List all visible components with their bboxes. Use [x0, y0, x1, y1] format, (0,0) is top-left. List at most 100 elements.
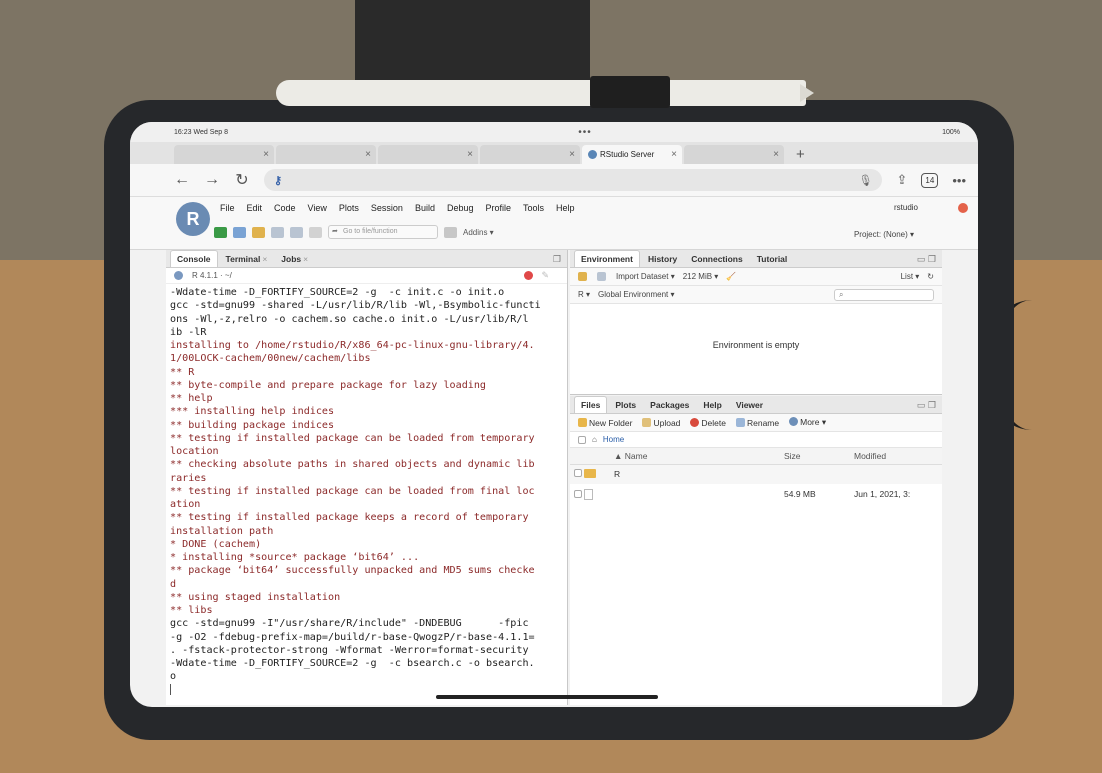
tab-close-icon[interactable]: × [569, 149, 575, 160]
tab-help[interactable]: Help [697, 397, 727, 413]
project-menu[interactable]: Project: (None) ▾ [854, 230, 914, 239]
import-dataset-button[interactable]: Import Dataset ▾ [616, 272, 675, 281]
tab-connections[interactable]: Connections [685, 251, 748, 267]
stop-icon[interactable] [524, 271, 533, 280]
minimize-maximize-icon[interactable]: ▭ ❐ [917, 254, 936, 265]
row-checkbox[interactable] [574, 469, 582, 478]
clear-console-icon[interactable]: ✎ [541, 270, 549, 281]
language-dropdown[interactable]: R ▾ [578, 290, 590, 299]
status-date: Wed Sep 8 [193, 128, 228, 136]
open-file-icon[interactable] [252, 226, 265, 238]
forward-arrow-icon[interactable]: → [204, 171, 220, 189]
minimize-maximize-icon[interactable]: ▭ ❐ [917, 400, 936, 411]
maximize-pane-icon[interactable]: ❐ [553, 254, 561, 265]
microphone-icon[interactable]: 🎙 [858, 174, 872, 187]
rename-button[interactable]: Rename [735, 417, 779, 428]
browser-tab[interactable]: × [480, 145, 580, 164]
tab-close-icon[interactable]: × [671, 149, 677, 160]
workspace-panes-icon[interactable] [444, 226, 457, 238]
tab-jobs[interactable]: Jobs × [275, 251, 314, 267]
col-modified[interactable]: Modified [850, 448, 942, 465]
browser-tab[interactable]: × [174, 145, 274, 164]
menu-profile[interactable]: Profile [486, 203, 512, 213]
tab-terminal[interactable]: Terminal × [220, 251, 274, 267]
console-line: ** help [170, 393, 213, 404]
tab-plots[interactable]: Plots [609, 397, 642, 413]
file-name[interactable] [610, 484, 780, 504]
save-icon[interactable] [271, 226, 284, 238]
tab-terminal-label: Terminal [225, 253, 261, 264]
menu-plots[interactable]: Plots [339, 203, 359, 213]
close-icon[interactable]: × [262, 254, 267, 264]
tab-tutorial[interactable]: Tutorial [751, 251, 794, 267]
menu-build[interactable]: Build [415, 203, 435, 213]
browser-tab-rstudio[interactable]: RStudio Server × [582, 145, 682, 164]
browser-tab[interactable]: × [276, 145, 376, 164]
tab-files[interactable]: Files [574, 396, 608, 413]
console-output[interactable]: -Wdate-time -D_FORTIFY_SOURCE=2 -g -c in… [166, 284, 567, 702]
menu-code[interactable]: Code [274, 203, 296, 213]
browser-tab[interactable]: × [378, 145, 478, 164]
addins-menu[interactable]: Addins ▾ [463, 228, 494, 237]
menu-tools[interactable]: Tools [523, 203, 544, 213]
console-cursor[interactable] [170, 683, 171, 695]
menu-edit[interactable]: Edit [247, 203, 263, 213]
home-indicator[interactable] [436, 695, 658, 699]
save-all-icon[interactable] [290, 226, 303, 238]
upload-button[interactable]: Upload [642, 417, 681, 428]
col-size[interactable]: Size [780, 448, 850, 465]
tab-environment[interactable]: Environment [574, 250, 640, 267]
close-icon[interactable]: × [303, 254, 308, 264]
back-arrow-icon[interactable]: ← [174, 171, 190, 189]
save-workspace-icon[interactable] [597, 272, 606, 281]
tab-close-icon[interactable]: × [773, 149, 779, 160]
table-row[interactable]: R [570, 464, 942, 484]
menu-debug[interactable]: Debug [447, 203, 474, 213]
new-file-icon[interactable] [214, 226, 227, 238]
tab-count-button[interactable]: 14 [921, 172, 939, 188]
multitask-dots[interactable]: ••• [578, 127, 592, 138]
upload-label: Upload [653, 417, 681, 428]
list-view-dropdown[interactable]: List ▾ [901, 272, 920, 281]
share-icon[interactable]: ⇪ [896, 172, 907, 188]
row-checkbox[interactable] [574, 489, 582, 498]
file-size [780, 464, 850, 484]
memory-usage[interactable]: 212 MiB ▾ [683, 272, 719, 281]
load-workspace-icon[interactable] [578, 272, 587, 281]
environment-search-input[interactable]: ⌕ [834, 288, 934, 301]
more-button[interactable]: More ▾ [789, 417, 826, 428]
table-row[interactable]: 54.9 MB Jun 1, 2021, 3: [570, 484, 942, 504]
refresh-icon[interactable]: ↻ [927, 272, 934, 281]
console-line: gcc -std=gnu99 -I"/usr/share/R/include" … [170, 618, 529, 630]
rstudio-user: rstudio [893, 203, 918, 212]
new-tab-button[interactable]: + [796, 146, 805, 164]
menu-file[interactable]: File [220, 203, 235, 213]
menu-view[interactable]: View [308, 203, 327, 213]
tab-console[interactable]: Console [170, 250, 218, 267]
select-all-checkbox[interactable] [578, 435, 586, 444]
tab-viewer[interactable]: Viewer [730, 397, 769, 413]
new-folder-button[interactable]: New Folder [578, 417, 632, 428]
quit-session-icon[interactable] [958, 203, 968, 213]
reload-icon[interactable]: ↻ [234, 170, 250, 190]
print-icon[interactable] [309, 226, 322, 238]
browser-tab[interactable]: × [684, 145, 784, 164]
tab-close-icon[interactable]: × [263, 149, 269, 160]
broom-icon[interactable]: 🧹 [726, 272, 736, 281]
new-project-icon[interactable] [233, 226, 246, 238]
tab-close-icon[interactable]: × [467, 149, 473, 160]
search-icon: ⌕ [839, 289, 844, 299]
tab-packages[interactable]: Packages [644, 397, 695, 413]
tab-close-icon[interactable]: × [365, 149, 371, 160]
menu-help[interactable]: Help [556, 203, 575, 213]
delete-button[interactable]: Delete [690, 417, 726, 428]
file-name[interactable]: R [610, 464, 780, 484]
scope-dropdown[interactable]: Global Environment ▾ [598, 290, 675, 299]
goto-file-input[interactable]: ➦ Go to file/function [328, 225, 438, 239]
more-menu-icon[interactable]: ••• [952, 173, 966, 188]
tab-history[interactable]: History [642, 251, 683, 267]
menu-session[interactable]: Session [371, 203, 403, 213]
col-name[interactable]: ▲ Name [610, 448, 780, 465]
breadcrumb-home[interactable]: Home [603, 435, 624, 444]
url-field[interactable]: ⚷ 🎙 [264, 169, 883, 191]
